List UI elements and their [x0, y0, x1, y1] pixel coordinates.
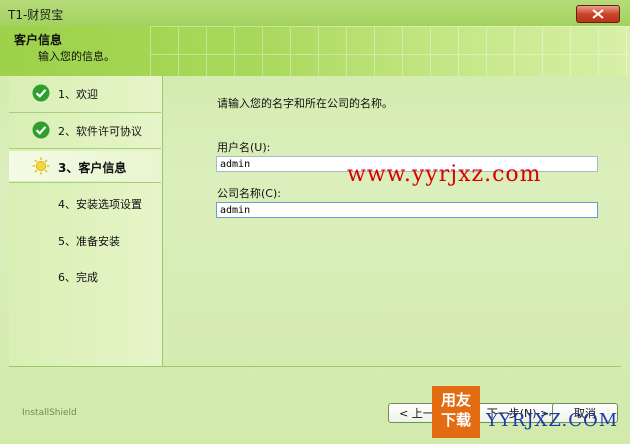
step-label: 2、软件许可协议 [58, 125, 142, 138]
close-button[interactable] [576, 5, 620, 23]
step-welcome: 1、欢迎 [9, 78, 161, 108]
site-logo-text: YYRJXZ.COM [486, 410, 619, 431]
step-license: 2、软件许可协议 [9, 115, 161, 145]
step-list: 1、欢迎 2、软件许可协议 3、客户信息 4、安装选项设置 5、准备安装 6、完… [9, 76, 163, 366]
footer-divider [9, 366, 621, 367]
step-label: 5、准备安装 [58, 235, 120, 248]
step-divider [9, 148, 161, 149]
step-label: 3、客户信息 [58, 161, 127, 175]
company-label: 公司名称(C): [217, 187, 281, 200]
step-install-options: 4、安装选项设置 [9, 188, 161, 218]
step-label: 6、完成 [58, 271, 98, 284]
step-label: 4、安装选项设置 [58, 198, 142, 211]
installshield-brand: InstallShield [22, 408, 77, 418]
installer-window: T1-财贸宝 客户信息 输入您的信息。 1、欢迎 2、软件许可协议 3、客户信息… [0, 0, 630, 444]
step-divider [9, 112, 161, 113]
step-divider [9, 182, 161, 183]
username-label: 用户名(U): [217, 141, 271, 154]
header-decoration [150, 26, 630, 76]
sun-icon [32, 157, 50, 175]
step-ready: 5、准备安装 [9, 225, 161, 255]
step-label: 1、欢迎 [58, 88, 98, 101]
site-logo-badge: 用友 下载 [432, 386, 480, 438]
company-input[interactable]: admin [216, 202, 598, 218]
content-panel: 请输入您的名字和所在公司的名称。 用户名(U): admin 公司名称(C): … [163, 76, 621, 366]
step-finish: 6、完成 [9, 261, 161, 291]
instruction-text: 请输入您的名字和所在公司的名称。 [217, 97, 393, 110]
title-bar: T1-财贸宝 [0, 0, 630, 26]
close-icon [592, 9, 604, 19]
step-customer-info: 3、客户信息 [9, 151, 161, 181]
watermark-url: www.yyrjxz.com [347, 162, 542, 187]
page-title: 客户信息 [14, 33, 63, 47]
header-band: 客户信息 输入您的信息。 [0, 26, 630, 76]
window-title: T1-财贸宝 [8, 8, 64, 22]
page-subtitle: 输入您的信息。 [38, 50, 115, 63]
check-circle-icon [32, 121, 50, 139]
check-circle-icon [32, 84, 50, 102]
